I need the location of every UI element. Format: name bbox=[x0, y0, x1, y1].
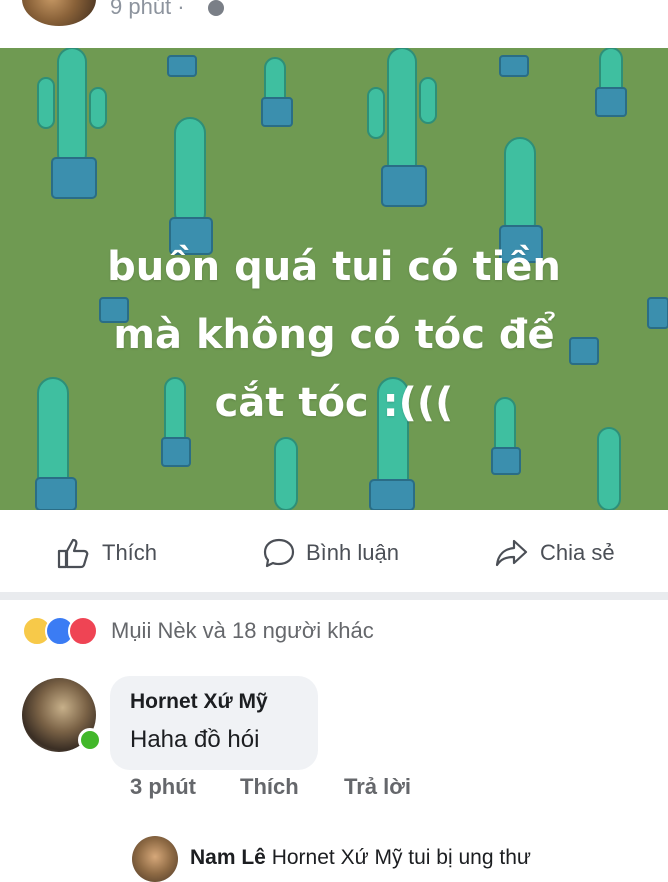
comment-bubble-icon bbox=[263, 538, 295, 568]
reply-text: Hornet Xứ Mỹ tui bị ung thư bbox=[271, 846, 531, 869]
comment-label: Bình luận bbox=[306, 540, 399, 565]
replier-avatar[interactable] bbox=[132, 836, 178, 882]
love-reaction-icon bbox=[68, 616, 98, 646]
like-label: Thích bbox=[102, 540, 158, 565]
share-label: Chia sẻ bbox=[540, 540, 615, 565]
online-status-dot bbox=[78, 728, 102, 752]
reactions-text: Mụii Nèk và 18 người khác bbox=[111, 618, 374, 643]
comment-like-button[interactable]: Thích bbox=[240, 774, 299, 800]
like-button[interactable]: Thích bbox=[56, 538, 158, 569]
post-text-line: buồn quá tui có tiền bbox=[107, 244, 561, 290]
share-arrow-icon bbox=[495, 539, 528, 567]
reply-preview[interactable]: Nam Lê Hornet Xứ Mỹ tui bị ung thư bbox=[190, 846, 531, 870]
post-time[interactable]: 9 phút · bbox=[110, 0, 185, 20]
post-header: 9 phút · bbox=[0, 0, 668, 48]
thumbs-up-icon bbox=[57, 538, 89, 569]
comment-reply-button[interactable]: Trả lời bbox=[344, 774, 411, 800]
share-button[interactable]: Chia sẻ bbox=[494, 538, 615, 568]
post-text-line: cắt tóc :((( bbox=[214, 380, 454, 426]
reply-author: Nam Lê bbox=[190, 846, 266, 869]
comment-text: Haha đồ hói bbox=[130, 726, 260, 753]
globe-icon bbox=[208, 0, 224, 16]
section-divider bbox=[0, 592, 668, 600]
poster-avatar[interactable] bbox=[22, 0, 96, 26]
post-text-line: mà không có tóc để bbox=[113, 312, 555, 358]
post-action-bar: Thích Bình luận Chia sẻ bbox=[0, 520, 668, 584]
comment-author[interactable]: Hornet Xứ Mỹ bbox=[130, 690, 268, 714]
comment-bubble: Hornet Xứ Mỹ Haha đồ hói bbox=[110, 676, 318, 770]
post-text: buồn quá tui có tiền mà không có tóc để … bbox=[40, 233, 628, 437]
comment-button[interactable]: Bình luận bbox=[262, 538, 399, 568]
comment-time[interactable]: 3 phút bbox=[130, 774, 196, 800]
reactions-summary[interactable]: Mụii Nèk và 18 người khác bbox=[22, 616, 374, 646]
post-background: buồn quá tui có tiền mà không có tóc để … bbox=[0, 48, 668, 510]
